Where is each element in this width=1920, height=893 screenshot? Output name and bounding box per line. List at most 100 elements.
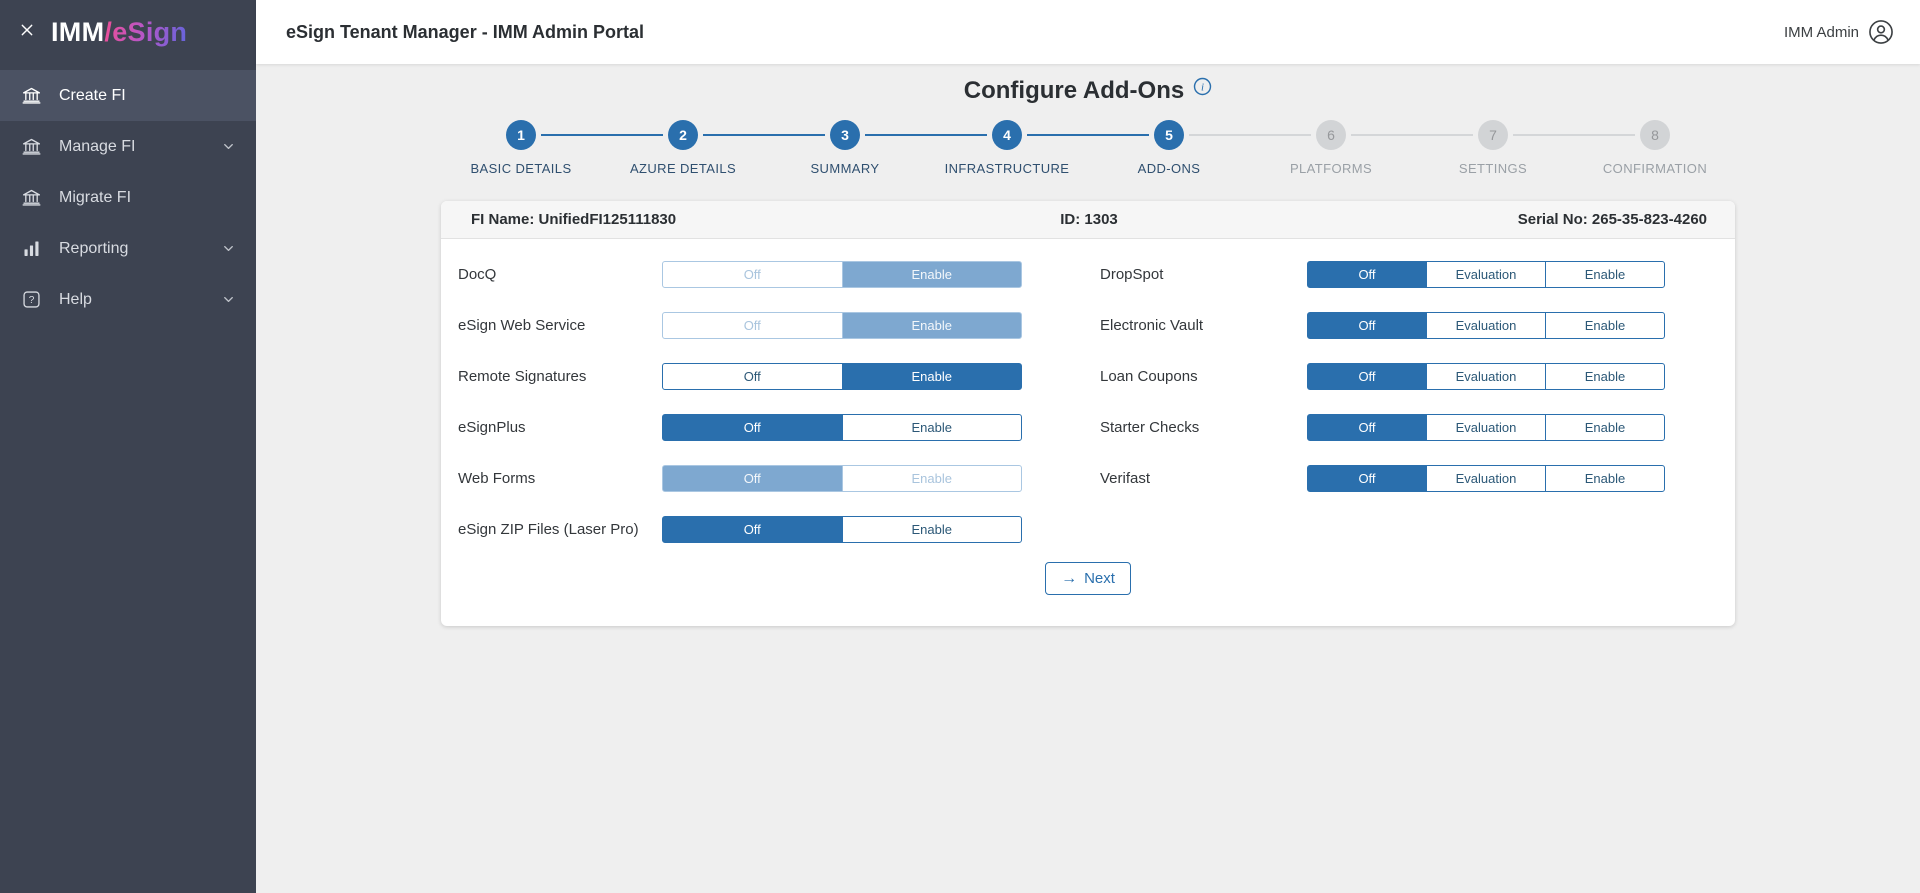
toggle-starter-checks-enable[interactable]: Enable — [1545, 414, 1665, 441]
toggle-dropspot-enable[interactable]: Enable — [1545, 261, 1665, 288]
toggle-verifast-evaluation[interactable]: Evaluation — [1426, 465, 1546, 492]
toggle-web-forms-enable: Enable — [841, 465, 1022, 492]
toggle-electronic-vault-off[interactable]: Off — [1307, 312, 1427, 339]
toggle-electronic-vault-evaluation[interactable]: Evaluation — [1426, 312, 1546, 339]
sidebar-item-help[interactable]: ? Help — [0, 274, 256, 325]
app-logo: IMM/eSign — [51, 17, 187, 48]
toggle-group-remote-signatures: Off Enable — [662, 363, 1022, 390]
toggle-group-web-forms: Off Enable — [662, 465, 1022, 492]
user-avatar-icon[interactable] — [1868, 19, 1894, 45]
sidebar-item-label: Migrate FI — [59, 188, 132, 206]
toggle-esign-web-service-enable: Enable — [841, 312, 1022, 339]
bank-icon — [20, 187, 42, 209]
toggle-verifast-enable[interactable]: Enable — [1545, 465, 1665, 492]
addon-row-dropspot: DropSpot Off Evaluation Enable — [1100, 249, 1735, 300]
toggle-starter-checks-evaluation[interactable]: Evaluation — [1426, 414, 1546, 441]
step-number: 6 — [1316, 120, 1346, 150]
addon-label: eSignPlus — [458, 419, 526, 436]
step-number: 1 — [506, 120, 536, 150]
fi-serial: Serial No: 265-35-823-4260 — [1517, 211, 1707, 228]
addon-label: Starter Checks — [1100, 419, 1200, 436]
step-add-ons[interactable]: 5 ADD-ONS — [1088, 120, 1311, 176]
step-settings[interactable]: 7 SETTINGS — [1412, 120, 1635, 176]
toggle-esign-zip-files-laser-pro-enable[interactable]: Enable — [841, 516, 1022, 543]
toggle-esignplus-off[interactable]: Off — [662, 414, 843, 441]
addon-row-loan-coupons: Loan Coupons Off Evaluation Enable — [1100, 351, 1735, 402]
step-number: 7 — [1478, 120, 1508, 150]
sidebar-item-manage-fi[interactable]: Manage FI — [0, 121, 256, 172]
sidebar-item-label: Manage FI — [59, 137, 136, 155]
sidebar-item-migrate-fi[interactable]: Migrate FI — [0, 172, 256, 223]
toggle-group-esignplus: Off Enable — [662, 414, 1022, 441]
step-label: ADD-ONS — [1137, 161, 1201, 176]
addon-label: Verifast — [1100, 470, 1151, 487]
close-icon[interactable] — [18, 22, 36, 42]
info-icon[interactable]: i — [1193, 77, 1212, 101]
step-azure-details[interactable]: 2 AZURE DETAILS — [602, 120, 825, 176]
sidebar-item-label: Help — [59, 290, 92, 308]
step-summary[interactable]: 3 SUMMARY — [764, 120, 987, 176]
help-icon: ? — [20, 289, 42, 311]
toggle-group-docq: Off Enable — [662, 261, 1022, 288]
toggle-esignplus-enable[interactable]: Enable — [841, 414, 1022, 441]
addon-row-docq: DocQ Off Enable — [458, 249, 1022, 300]
sidebar: IMM/eSign Create FI Manage FI Migrate FI Re… — [0, 0, 256, 893]
addon-label: Remote Signatures — [458, 368, 587, 385]
toggle-group-esign-web-service: Off Enable — [662, 312, 1022, 339]
step-number: 5 — [1154, 120, 1184, 150]
step-number: 4 — [992, 120, 1022, 150]
step-label: CONFIRMATION — [1602, 161, 1708, 176]
toggle-remote-signatures-off[interactable]: Off — [662, 363, 843, 390]
step-number: 2 — [668, 120, 698, 150]
sidebar-header: IMM/eSign — [0, 0, 256, 64]
next-button-label: Next — [1084, 570, 1115, 587]
toggle-group-loan-coupons: Off Evaluation Enable — [1307, 363, 1665, 390]
toggle-esign-zip-files-laser-pro-off[interactable]: Off — [662, 516, 843, 543]
sidebar-menu: Create FI Manage FI Migrate FI Reporting? He… — [0, 70, 256, 325]
toggle-group-esign-zip-files-laser-pro: Off Enable — [662, 516, 1022, 543]
chevron-down-icon — [221, 139, 236, 154]
step-basic-details[interactable]: 1 BASIC DETAILS — [440, 120, 663, 176]
step-platforms[interactable]: 6 PLATFORMS — [1250, 120, 1473, 176]
addon-label: eSign Web Service — [458, 317, 586, 334]
toggle-loan-coupons-off[interactable]: Off — [1307, 363, 1427, 390]
page-title-row: Configure Add-Ons i — [256, 76, 1920, 106]
addons-body: DocQ Off Enable eSign Web Service Off Enable R… — [441, 239, 1735, 626]
step-label: SUMMARY — [810, 161, 880, 176]
toggle-docq-off: Off — [662, 261, 843, 288]
toggle-electronic-vault-enable[interactable]: Enable — [1545, 312, 1665, 339]
fi-id: ID: 1303 — [1060, 211, 1118, 228]
top-bar: eSign Tenant Manager - IMM Admin Portal … — [256, 0, 1920, 64]
sidebar-item-reporting[interactable]: Reporting — [0, 223, 256, 274]
step-number: 8 — [1640, 120, 1670, 150]
toggle-loan-coupons-evaluation[interactable]: Evaluation — [1426, 363, 1546, 390]
toggle-group-electronic-vault: Off Evaluation Enable — [1307, 312, 1665, 339]
svg-text:?: ? — [28, 295, 34, 306]
step-confirmation[interactable]: 8 CONFIRMATION — [1574, 120, 1736, 176]
toggle-verifast-off[interactable]: Off — [1307, 465, 1427, 492]
addon-row-remote-signatures: Remote Signatures Off Enable — [458, 351, 1022, 402]
logo-imm: IMM — [51, 16, 105, 47]
toggle-dropspot-off[interactable]: Off — [1307, 261, 1427, 288]
addon-row-web-forms: Web Forms Off Enable — [458, 453, 1022, 504]
fi-card: FI Name: UnifiedFI125111830 ID: 1303 Ser… — [441, 201, 1735, 626]
next-button[interactable]: → Next — [1045, 562, 1131, 595]
addon-label: Loan Coupons — [1100, 368, 1198, 385]
addon-row-electronic-vault: Electronic Vault Off Evaluation Enable — [1100, 300, 1735, 351]
step-label: PLATFORMS — [1289, 161, 1373, 176]
user-menu[interactable]: IMM Admin — [1784, 19, 1894, 45]
addon-row-verifast: Verifast Off Evaluation Enable — [1100, 453, 1735, 504]
bar-chart-icon — [20, 238, 42, 260]
toggle-starter-checks-off[interactable]: Off — [1307, 414, 1427, 441]
addon-label: eSign ZIP Files (Laser Pro) — [458, 521, 639, 538]
toggle-loan-coupons-enable[interactable]: Enable — [1545, 363, 1665, 390]
step-number: 3 — [830, 120, 860, 150]
sidebar-item-create-fi[interactable]: Create FI — [0, 70, 256, 121]
bank-icon — [20, 85, 42, 107]
toggle-dropspot-evaluation[interactable]: Evaluation — [1426, 261, 1546, 288]
step-infrastructure[interactable]: 4 INFRASTRUCTURE — [926, 120, 1149, 176]
toggle-remote-signatures-enable[interactable]: Enable — [841, 363, 1022, 390]
addon-row-esign-web-service: eSign Web Service Off Enable — [458, 300, 1022, 351]
toggle-group-dropspot: Off Evaluation Enable — [1307, 261, 1665, 288]
addon-row-esign-zip-files-laser-pro: eSign ZIP Files (Laser Pro) Off Enable — [458, 504, 1022, 555]
